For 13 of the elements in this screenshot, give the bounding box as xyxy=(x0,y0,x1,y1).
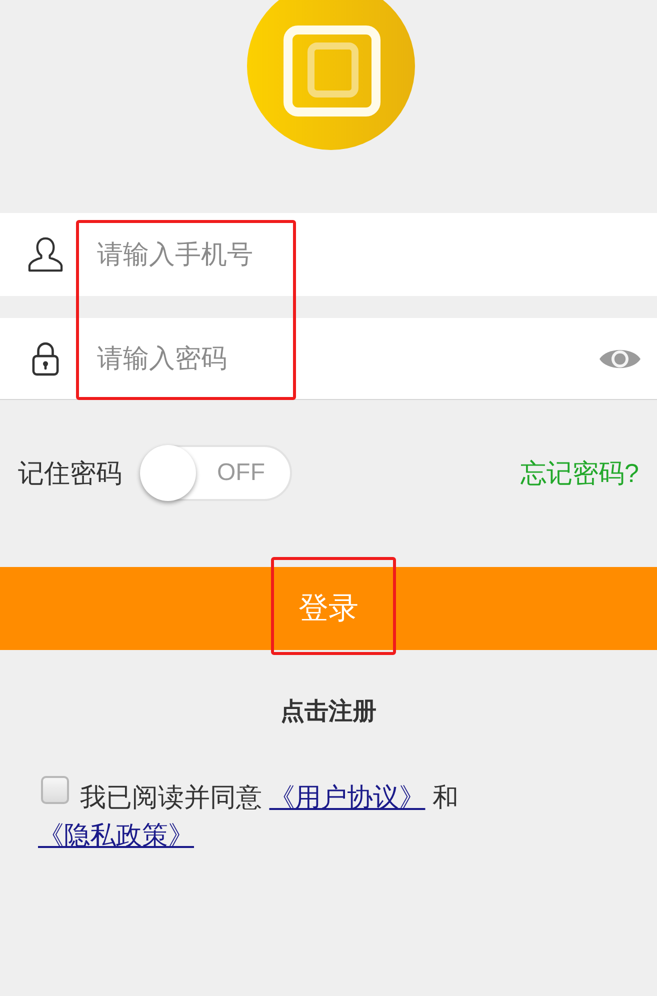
coin-logo-icon xyxy=(244,0,416,152)
remember-password-label: 记住密码 xyxy=(18,456,122,490)
agreement-link[interactable]: 《隐私政策》 xyxy=(38,820,194,850)
password-field[interactable]: 请输入密码 xyxy=(0,318,657,400)
phone-input[interactable]: 请输入手机号 xyxy=(97,234,657,274)
agreement-link[interactable]: 《用户协议》 xyxy=(269,782,426,812)
password-input[interactable]: 请输入密码 xyxy=(97,338,589,378)
phone-field[interactable]: 请输入手机号 xyxy=(0,213,657,296)
lock-icon xyxy=(32,341,58,376)
person-icon xyxy=(28,237,62,272)
register-link[interactable]: 点击注册 xyxy=(280,697,376,727)
agreement-text: 我已阅读并同意 《用户协议》 和 《隐私政策》 xyxy=(38,778,537,854)
agreement-checkbox[interactable] xyxy=(41,776,69,804)
